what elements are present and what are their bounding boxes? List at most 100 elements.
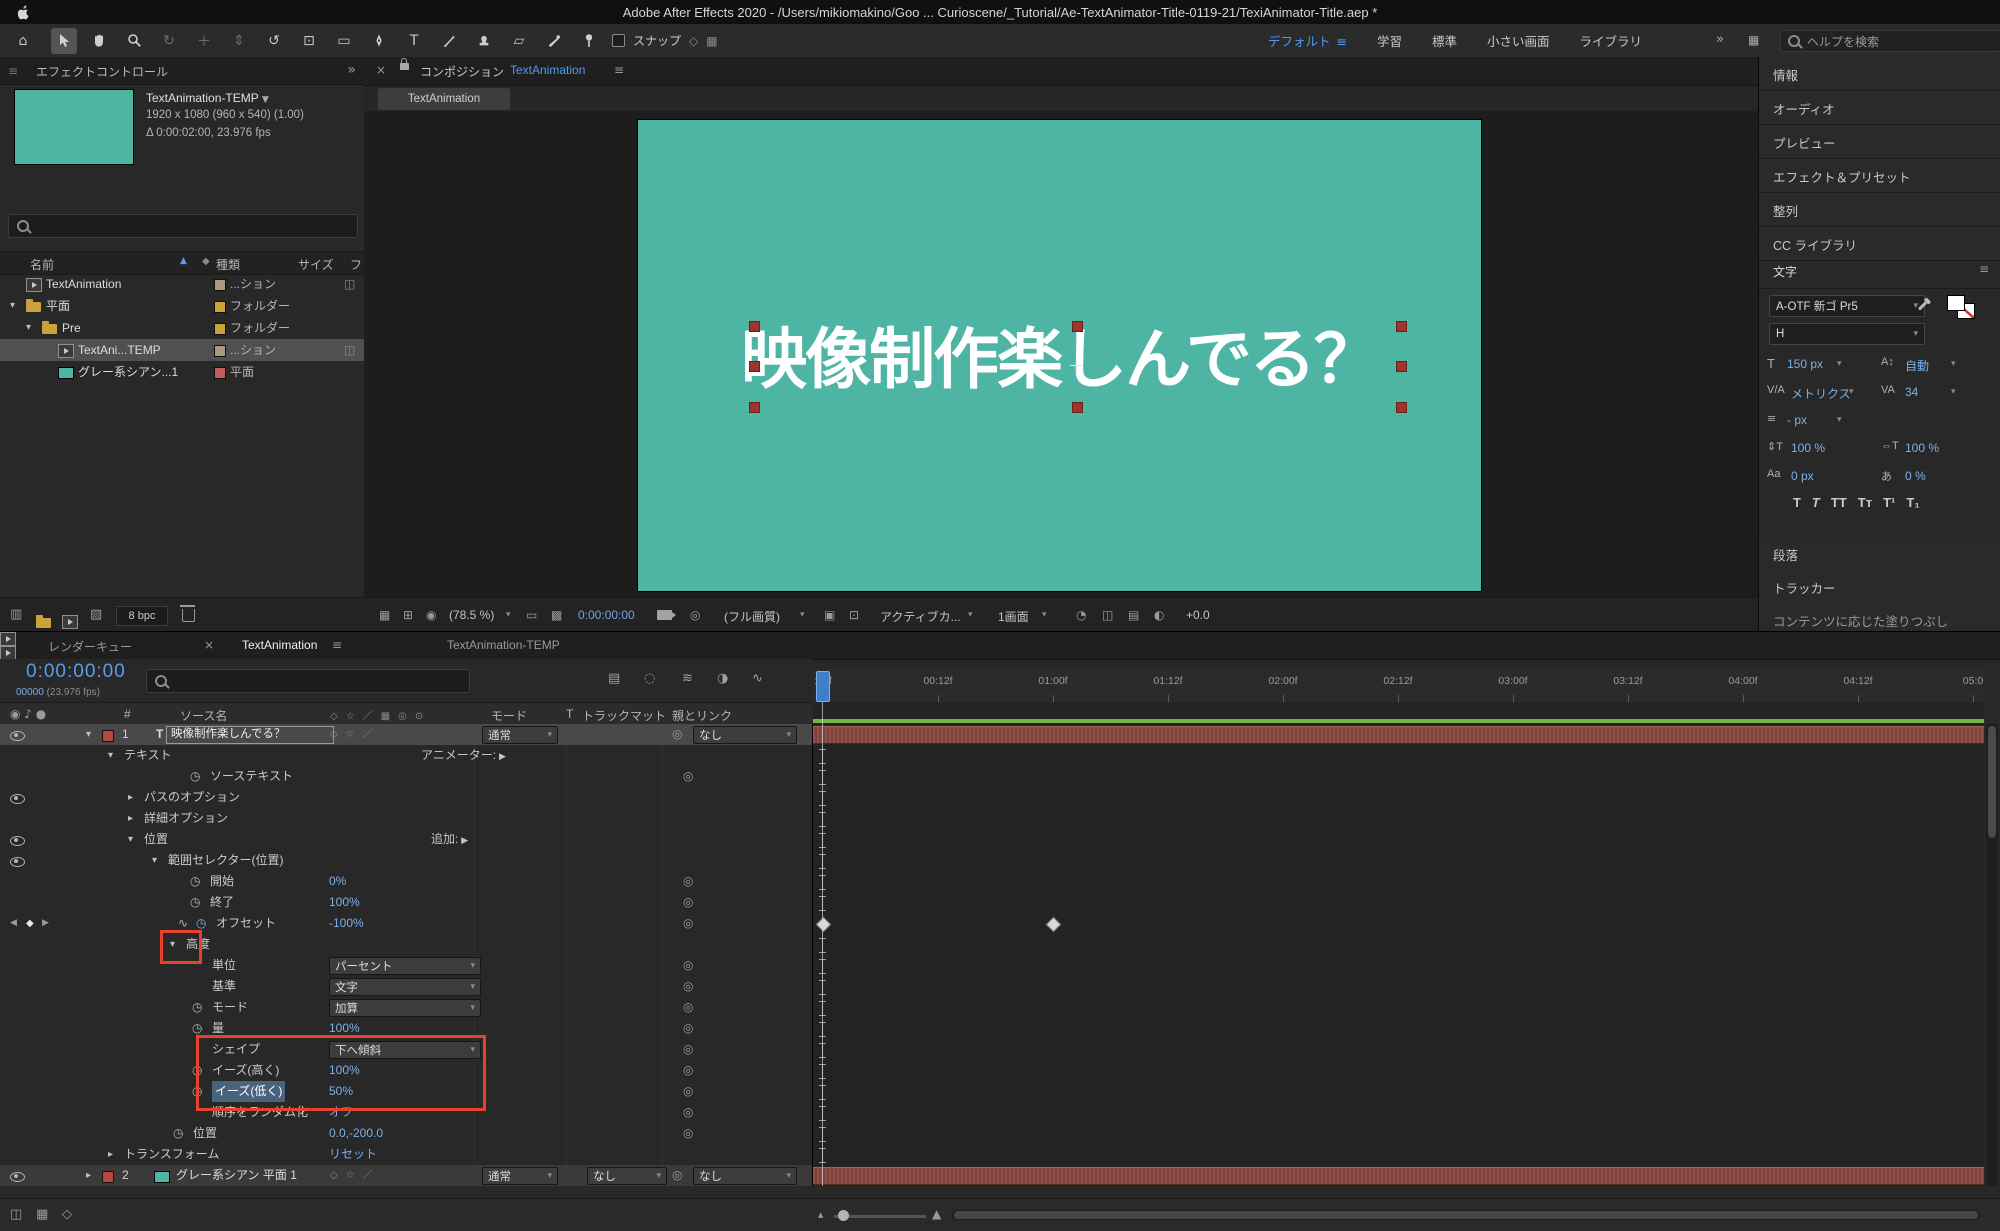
view-layout-select[interactable]: 1画面 [998,608,1029,625]
timeline-zoom-knob[interactable] [838,1210,849,1221]
twirl-closed-icon[interactable]: ▸ [128,808,133,829]
pixel-aspect-icon[interactable]: ⊡ [849,608,859,622]
add-arrow-icon[interactable]: ▶ [458,836,468,846]
workspace-tab[interactable]: 標準 [1432,31,1457,50]
timeline-search-input[interactable] [146,669,470,693]
work-area-bar[interactable] [813,719,1984,723]
selection-tool-icon[interactable] [51,28,77,54]
tracking-value[interactable]: 34 [1905,385,1918,399]
zoom-caret-icon[interactable]: ▾ [506,610,511,620]
property-value[interactable]: 100% [329,892,360,913]
panel-menu-icon[interactable]: ≡ [1979,262,1989,276]
shape-tool-icon[interactable]: ▭ [331,28,357,54]
property-label[interactable]: 単位 [212,955,236,976]
puppet-pin-tool-icon[interactable] [576,28,602,54]
snap-checkbox[interactable] [612,34,625,47]
mask-toggle-icon[interactable]: ◉ [426,608,436,622]
zoom-level-value[interactable]: (78.5 %) [449,608,494,622]
graph-editor-icon[interactable]: ∿ [752,671,763,686]
property-value[interactable]: -100% [329,913,364,934]
property-pickwhip-icon[interactable]: ◎ [683,976,693,997]
layer-name-field[interactable]: 映像制作楽しんでる？ [166,726,334,744]
font-size-value[interactable]: 150 px [1787,357,1823,371]
selection-handle[interactable] [749,361,760,372]
timeline-track-row[interactable] [813,997,1984,1018]
timeline-track-row[interactable] [813,871,1984,892]
project-settings-icon[interactable]: ▨ [90,607,102,622]
property-row[interactable]: 基準文字▾◎ [0,976,812,997]
dolly-camera-tool-icon[interactable]: ⇕ [226,28,252,54]
home-tool-icon[interactable]: ⌂ [10,28,36,54]
keyframe-icon[interactable] [816,917,832,933]
exposure-value[interactable]: +0.0 [1186,608,1210,622]
reset-link[interactable]: リセット [329,1144,377,1165]
clone-stamp-tool-icon[interactable] [471,28,497,54]
timeline-track-row[interactable] [813,934,1984,955]
project-item-row[interactable]: グレー系シアン...1平面 [0,361,364,383]
timeline-track-row[interactable] [813,1165,1984,1186]
label-color-chip[interactable] [214,323,226,335]
property-label[interactable]: 詳細オプション [144,808,228,829]
timeline-track-row[interactable] [813,1102,1984,1123]
expand-layers-icon[interactable]: ◫ [10,1207,22,1222]
eraser-tool-icon[interactable]: ▱ [506,28,532,54]
fill-stroke-swatches[interactable] [1947,295,1975,319]
tab-render-queue[interactable]: レンダーキュー [48,638,132,655]
tab-composition-name[interactable]: TextAnimation [510,63,585,77]
view-caret-icon[interactable]: ▾ [1042,610,1047,620]
parent-link-select[interactable]: なし▾ [693,1167,797,1185]
layer-duration-bar[interactable] [813,726,1984,744]
property-row[interactable]: ▸パスのオプション [0,787,812,808]
twirl-open-icon[interactable]: ▾ [128,829,133,850]
close-tab-icon[interactable]: × [204,638,214,652]
preview-timecode[interactable]: 0:00:00:00 [578,608,635,622]
twirl-closed-icon[interactable]: ▸ [108,1144,113,1165]
timeline-jump-icon[interactable]: ◫ [1102,608,1113,622]
twirl-open-icon[interactable]: ▾ [108,745,113,766]
toggle-modes-icon[interactable]: ◇ [62,1207,72,1222]
apple-menu-icon[interactable] [16,4,29,20]
tsume-caret-icon[interactable]: ▾ [1837,415,1842,425]
show-snapshot-icon[interactable]: ◎ [690,608,700,622]
blend-mode-select[interactable]: 通常▾ [482,726,558,744]
property-row[interactable]: ▸ 詳細オプション [0,808,812,829]
keyframe-icon[interactable] [1046,917,1062,933]
property-pickwhip-icon[interactable]: ◎ [683,913,693,934]
property-label[interactable]: テキスト [124,745,172,766]
selection-handle[interactable] [749,402,760,413]
orbit-camera-tool-icon[interactable]: ↻ [156,28,182,54]
all-caps-button[interactable]: TT [1831,495,1847,510]
timeline-track-row[interactable] [813,724,1984,745]
canvas-title-text[interactable]: 映像制作楽しんでる？ [638,316,1481,402]
property-row[interactable]: ◷開始0%◎ [0,871,812,892]
property-dropdown[interactable]: 文字▾ [329,978,481,996]
property-row[interactable]: ▾位置追加: ▶ [0,829,812,850]
region-of-interest-icon[interactable]: ▣ [824,608,835,622]
selection-handle[interactable] [1072,321,1083,332]
column-parent[interactable]: 親とリンク [672,707,732,724]
property-label[interactable]: オフセット [216,913,276,934]
horizontal-scale-value[interactable]: 100 % [1905,441,1939,455]
column-size[interactable]: サイズ [298,256,334,273]
vertical-scale-value[interactable]: 100 % [1791,441,1825,455]
property-row[interactable]: ◷ソーステキスト◎ [0,766,812,787]
subscript-button[interactable]: T₁ [1906,495,1919,510]
magnify-fit-icon[interactable]: ▦ [379,608,390,622]
project-item-name[interactable]: グレー系シアン...1 [78,361,178,383]
selection-handle[interactable] [1072,402,1083,413]
property-label[interactable]: トランスフォーム [124,1144,219,1165]
leading-caret-icon[interactable]: ▾ [1951,359,1956,369]
new-composition-icon[interactable] [62,608,78,624]
selection-handle[interactable] [1396,361,1407,372]
comp-mini-flowchart-icon[interactable]: ▤ [608,671,620,686]
layer-label-color-chip[interactable] [102,730,114,742]
snap-option-icon[interactable]: ◇ [689,34,698,48]
pen-tool-icon[interactable] [366,28,392,54]
visibility-eye-icon[interactable] [10,794,25,804]
proportional-spacing-value[interactable]: 0 % [1905,469,1926,483]
hand-tool-icon[interactable] [86,28,112,54]
property-dropdown[interactable]: 加算▾ [329,999,481,1017]
property-value[interactable]: 0% [329,871,346,892]
layer-name[interactable]: グレー系シアン 平面 1 [176,1165,297,1186]
pan-camera-tool-icon[interactable]: ＋ [191,28,217,54]
